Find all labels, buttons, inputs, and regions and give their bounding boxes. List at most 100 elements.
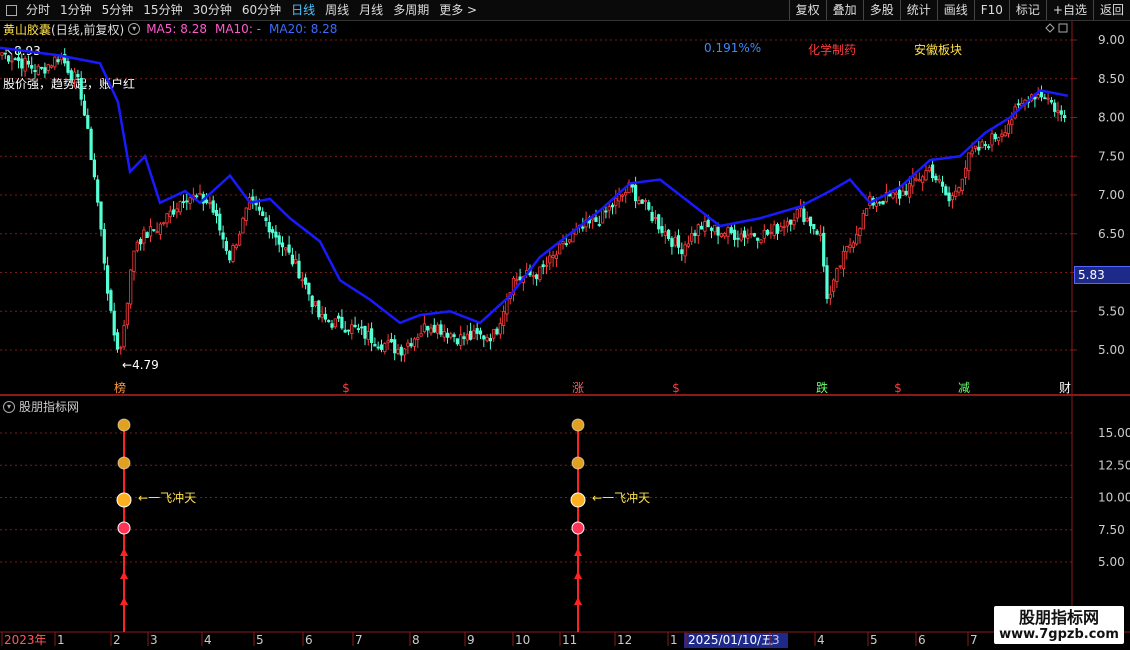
diamond-icon (1045, 23, 1055, 33)
candle-body (548, 255, 552, 264)
candle-body (284, 247, 288, 251)
candle-body (46, 64, 50, 71)
candle-body (947, 192, 951, 202)
arrow-left-icon: ← (592, 491, 603, 505)
candle-body (795, 209, 799, 219)
candle-body (931, 164, 935, 179)
candle-body (125, 302, 129, 326)
candle-body (643, 200, 648, 202)
candle-body (10, 60, 14, 63)
candle-body (267, 222, 271, 233)
candle-body (274, 231, 278, 238)
candle-body (501, 311, 506, 326)
candle-body (409, 343, 413, 347)
candle-body (914, 178, 918, 181)
candle-body (449, 333, 453, 338)
candle-body (1063, 115, 1067, 119)
candle-body (142, 229, 146, 244)
rocket-icon (570, 492, 586, 508)
candle-body (538, 266, 542, 281)
ma20-line (0, 46, 1069, 325)
candle-body (79, 77, 83, 100)
candle-body (818, 233, 823, 236)
candle-body (650, 211, 654, 222)
price-tick-label: 8.00 (1098, 111, 1125, 125)
candle-body (165, 213, 169, 224)
chevron-down-icon[interactable]: ▾ (3, 400, 15, 413)
candle-body (459, 334, 463, 346)
price-tick-label: 7.50 (1098, 149, 1125, 163)
price-tick-label: 5.00 (1098, 343, 1125, 357)
candle-body (779, 226, 783, 232)
candle-body (145, 232, 149, 238)
candle-body (363, 326, 367, 339)
candle-body (970, 150, 974, 155)
candle-body (709, 227, 714, 231)
candle-body (1046, 97, 1050, 100)
signal-dot-icon (117, 521, 131, 535)
event-marker: 涨 (572, 380, 584, 395)
candle-body (591, 217, 595, 221)
candle-body (303, 277, 308, 285)
indicator-panel-title: ▾ 股朋指标网 (3, 398, 79, 415)
candle-body (20, 58, 24, 69)
candle-body (432, 324, 436, 333)
candle-body (808, 216, 813, 227)
candle-body (828, 293, 832, 299)
candle-body (383, 343, 387, 353)
candle-body (634, 184, 638, 202)
candle-body (343, 329, 347, 333)
candle-body (30, 64, 34, 69)
candle-body (360, 326, 364, 329)
candle-body (1059, 110, 1063, 115)
candle-body (739, 233, 743, 241)
indicator-tick-label: 10.00 (1098, 491, 1130, 505)
candle-body (218, 213, 222, 231)
candle-body (86, 115, 90, 129)
candle-body (980, 141, 984, 149)
candle-body (772, 224, 776, 236)
candle-body (614, 198, 618, 206)
candle-body (898, 189, 902, 199)
candle-body (488, 337, 493, 342)
candle-body (204, 199, 209, 203)
candle-body (891, 192, 895, 199)
candle-body (944, 186, 948, 196)
candle-body (964, 167, 968, 178)
timeline-label: 7 (970, 633, 978, 647)
candle-body (482, 335, 486, 340)
candle-body (102, 229, 106, 264)
kline-chart[interactable]: 9.008.508.007.507.006.506.005.505.0015.0… (0, 0, 1130, 650)
signal-dot-icon (571, 521, 585, 535)
candle-body (865, 208, 869, 216)
candle-body (435, 324, 440, 334)
money-bag-icon (571, 456, 585, 470)
candle-body (663, 231, 667, 236)
candle-body (957, 187, 961, 193)
candle-body (468, 330, 473, 340)
candle-body (960, 178, 964, 191)
up-arrow-icon (574, 571, 582, 579)
candle-body (601, 208, 605, 224)
up-arrow-icon (120, 548, 128, 556)
candle-body (498, 323, 502, 335)
candle-body (1036, 94, 1040, 99)
candle-body (148, 226, 153, 237)
timeline-label: 4 (204, 633, 212, 647)
candle-body (544, 264, 549, 267)
candle-body (40, 66, 44, 69)
candle-body (515, 279, 519, 282)
candle-body (346, 329, 351, 332)
up-arrow-icon (120, 571, 128, 579)
candle-body (340, 316, 344, 329)
timeline-label: 5 (870, 633, 878, 647)
event-marker: 财 (1059, 381, 1071, 395)
candle-body (640, 199, 644, 204)
candle-body (162, 222, 166, 225)
candle-body (323, 313, 328, 320)
candle-body (33, 70, 37, 72)
event-marker: 榜 (114, 380, 126, 395)
candle-body (198, 192, 202, 195)
indicator-title: 股朋指标网 (19, 400, 80, 414)
candle-body (36, 65, 40, 76)
